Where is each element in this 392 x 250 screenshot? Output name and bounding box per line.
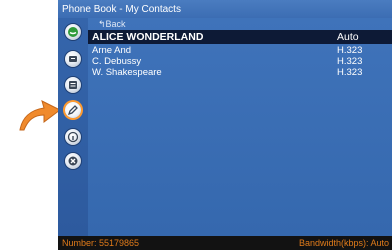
number-status: Number: 55179865 bbox=[62, 238, 140, 248]
edit-icon[interactable] bbox=[65, 102, 81, 118]
contact-name: ALICE WONDERLAND bbox=[92, 31, 204, 43]
call-icon[interactable] bbox=[65, 24, 81, 40]
contact-protocol: H.323 bbox=[337, 67, 363, 78]
back-item[interactable]: ↰Back bbox=[88, 19, 392, 30]
contact-protocol: Auto bbox=[337, 31, 359, 43]
contact-protocol: H.323 bbox=[337, 56, 363, 67]
contact-protocol: H.323 bbox=[337, 45, 363, 56]
list-item[interactable]: Arne And H.323 bbox=[88, 45, 392, 56]
back-arrow-icon: ↰ bbox=[98, 19, 106, 29]
phonebook-screen: Phone Book - My Contacts ↰Back ALICE WON bbox=[58, 0, 392, 250]
contact-name: C. Debussy bbox=[92, 56, 142, 67]
list-item[interactable]: W. Shakespeare H.323 bbox=[88, 67, 392, 78]
contact-name: Arne And bbox=[92, 45, 132, 56]
title-bar: Phone Book - My Contacts bbox=[58, 0, 392, 18]
back-label: ↰Back bbox=[98, 19, 126, 29]
directory-icon[interactable] bbox=[65, 51, 81, 67]
list-item[interactable]: C. Debussy H.323 bbox=[88, 56, 392, 67]
action-sidebar bbox=[58, 18, 88, 236]
delete-icon[interactable] bbox=[65, 153, 81, 169]
keypad-icon[interactable] bbox=[65, 77, 81, 93]
bandwidth-status: Bandwidth(kbps): Auto bbox=[298, 238, 389, 248]
info-icon[interactable] bbox=[65, 129, 81, 145]
status-bar: Number: 55179865 Bandwidth(kbps): Auto bbox=[58, 236, 392, 250]
contact-list: ↰Back ALICE WONDERLAND Auto Arne And H.3… bbox=[88, 18, 392, 236]
window-title: Phone Book - My Contacts bbox=[62, 4, 181, 15]
pointer-arrow-icon bbox=[19, 100, 61, 131]
list-item[interactable]: ALICE WONDERLAND Auto bbox=[88, 30, 392, 44]
contact-name: W. Shakespeare bbox=[92, 67, 162, 78]
